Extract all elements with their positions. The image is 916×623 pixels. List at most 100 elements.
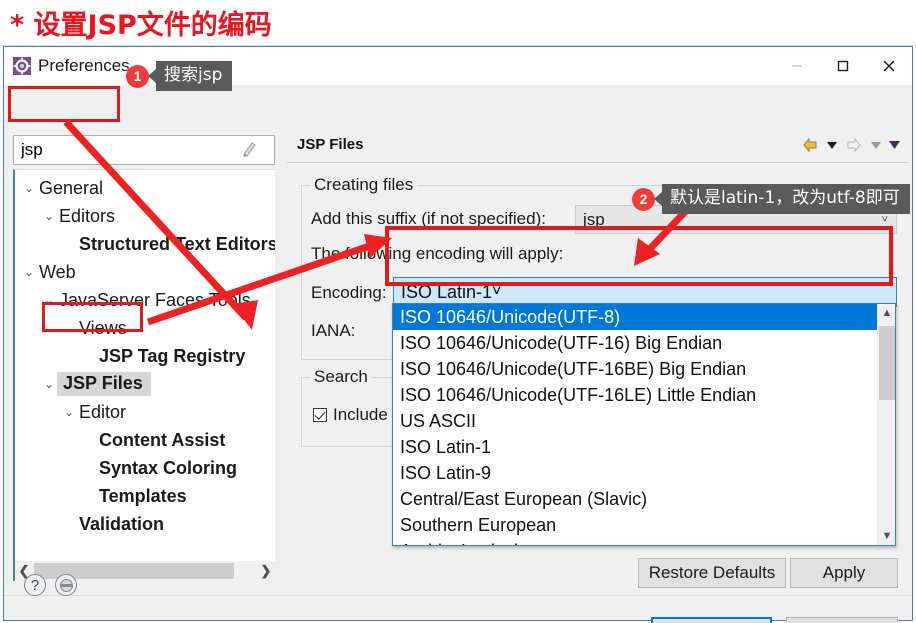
tree-item-label: Templates [99,485,187,506]
tree-item-structured-text-editors[interactable]: Structured Text Editors [15,230,275,258]
chevron-down-icon: ˅ [492,283,502,300]
tree-item-label: Validation [79,513,165,534]
encoding-label: Encoding: [311,283,387,302]
tree-item-label: JSP Tag Registry [99,345,246,366]
annotation-1-number: 1 [126,64,149,88]
scrollbar-thumb[interactable] [879,326,895,400]
tree-item-syntax-coloring[interactable]: Syntax Coloring [15,454,275,482]
tree-item-jsp-files[interactable]: ⌄ JSP Files [15,370,275,398]
tree-item-jsp-tag-registry[interactable]: JSP Tag Registry [15,342,275,370]
dropdown-items: ISO 10646/Unicode(UTF-8) ISO 10646/Unicod… [393,304,878,546]
tree-item-label: Editor [79,401,127,422]
back-arrow-icon[interactable] [798,133,822,157]
dropdown-item[interactable]: ISO 10646/Unicode(UTF-8) [393,304,878,330]
tree-item-label: General [39,177,104,198]
scrollbar-track[interactable] [235,563,257,579]
annotation-1-text: 搜索jsp [156,61,233,92]
annotation-1: 1 搜索jsp [126,61,233,92]
tree-item-templates[interactable]: Templates [15,482,275,510]
tree-items: ⌄ General ⌄ Editors Structured Text Editors ⌄… [15,174,275,538]
chevron-down-icon[interactable]: ⌄ [41,377,57,391]
preferences-dialog: Preferences jsp ⌄ General ⌄ Editors Stru… [3,46,913,623]
preferences-gear-icon [13,57,31,75]
ok-button[interactable]: OK [651,617,772,623]
dropdown-item[interactable]: Arabic, Logical [393,538,878,546]
close-button[interactable] [866,47,912,85]
search-input[interactable] [14,137,239,163]
search-group-legend: Search [310,367,372,387]
chevron-down-icon[interactable]: ▼ [878,527,895,545]
panel-nav-buttons [798,127,902,163]
preferences-tree[interactable]: ⌄ General ⌄ Editors Structured Text Editors ⌄… [13,169,275,581]
filter-clear-icon[interactable] [239,140,261,160]
encoding-dropdown-list[interactable]: ISO 10646/Unicode(UTF-8) ISO 10646/Unicod… [392,303,896,546]
dropdown-item[interactable]: ISO 10646/Unicode(UTF-16LE) Little Endia… [393,382,878,408]
tree-item-editor[interactable]: ⌄ Editor [15,398,275,426]
dialog-title: Preferences [38,56,130,75]
minimize-button[interactable] [774,47,820,85]
tree-item-views[interactable]: ⌄ Views [15,314,275,342]
chevron-down-icon[interactable]: ⌄ [21,265,37,279]
menu-caret-down-icon[interactable] [886,133,902,157]
dropdown-item[interactable]: ISO 10646/Unicode(UTF-16) Big Endian [393,330,878,356]
settings-panel-title: JSP Files [297,136,364,153]
chevron-down-icon[interactable]: ⌄ [41,209,57,223]
dropdown-item[interactable]: ISO 10646/Unicode(UTF-16BE) Big Endian [393,356,878,382]
tree-item-label: Editors [59,205,116,226]
chevron-down-icon[interactable]: ⌄ [61,321,77,335]
record-circle-icon[interactable] [55,574,77,596]
tree-item-label: Views [79,317,127,338]
tree-horizontal-scrollbar[interactable]: ❮ ❯ [15,561,275,581]
checkbox-box[interactable] [313,408,327,422]
filter-search-box[interactable] [13,135,275,165]
encoding-combo-value: ISO Latin-1 [401,281,493,302]
maximize-button[interactable] [820,47,866,85]
include-jsp-checkbox[interactable]: Include J [313,405,401,425]
forward-arrow-icon [842,133,866,157]
suffix-label: Add this suffix (if not specified): [311,209,546,228]
dropdown-item[interactable]: Central/East European (Slavic) [393,486,878,512]
dropdown-item[interactable]: ISO Latin-1 [393,434,878,460]
footer-divider [4,595,912,596]
cancel-button[interactable]: Cancel [786,617,898,623]
tree-item-content-assist[interactable]: Content Assist [15,426,275,454]
tree-item-editors[interactable]: ⌄ Editors [15,202,275,230]
tree-item-label: Web [39,261,76,282]
screenshot-root: * 设置JSP文件的编码 Preferences jsp ⌄ General ⌄… [0,0,916,623]
iana-label: IANA: [311,321,356,340]
annotation-2-number: 2 [632,187,655,211]
chevron-down-icon[interactable]: ⌄ [61,405,77,419]
page-title: * 设置JSP文件的编码 [10,10,272,41]
tree-item-label: Structured Text Editors [79,233,275,254]
chevron-up-icon[interactable]: ▲ [878,304,895,322]
restore-defaults-button[interactable]: Restore Defaults [638,558,786,588]
page-banner: * 设置JSP文件的编码 [0,0,916,46]
tree-item-general[interactable]: ⌄ General [15,174,275,202]
suffix-combo-value: jsp [583,209,605,229]
dropdown-item[interactable]: ISO Latin-9 [393,460,878,486]
chevron-down-icon: ˅ [881,213,888,226]
back-caret-down-icon[interactable] [824,133,840,157]
tree-item-label: Content Assist [99,429,226,450]
dropdown-item[interactable]: US ASCII [393,408,878,434]
chevron-down-icon[interactable]: ⌄ [21,181,37,195]
tree-item-validation[interactable]: Validation [15,510,275,538]
apply-button[interactable]: Apply [790,558,898,588]
tree-item-web[interactable]: ⌄ Web [15,258,275,286]
checkbox-label: Include J [333,405,402,424]
tree-item-label: JavaServer Faces Tools [59,289,251,310]
forward-caret-down-icon [868,133,884,157]
window-controls [774,47,912,85]
tree-item-javaserver-faces-tools[interactable]: ⌄ JavaServer Faces Tools [15,286,275,314]
dropdown-scrollbar[interactable]: ▲ ▼ [877,304,895,545]
dropdown-item[interactable]: Southern European [393,512,878,538]
annotation-1-caret [148,69,156,84]
tree-item-label: Syntax Coloring [99,457,238,478]
help-question-icon[interactable]: ? [24,574,46,596]
creating-files-legend: Creating files [310,175,418,195]
annotation-2-caret [654,192,662,207]
encoding-intro-label: The following encoding will apply: [311,244,564,263]
chevron-right-icon[interactable]: ❯ [257,562,275,580]
chevron-down-icon[interactable]: ⌄ [41,293,57,307]
tree-item-label: JSP Files [57,372,151,396]
